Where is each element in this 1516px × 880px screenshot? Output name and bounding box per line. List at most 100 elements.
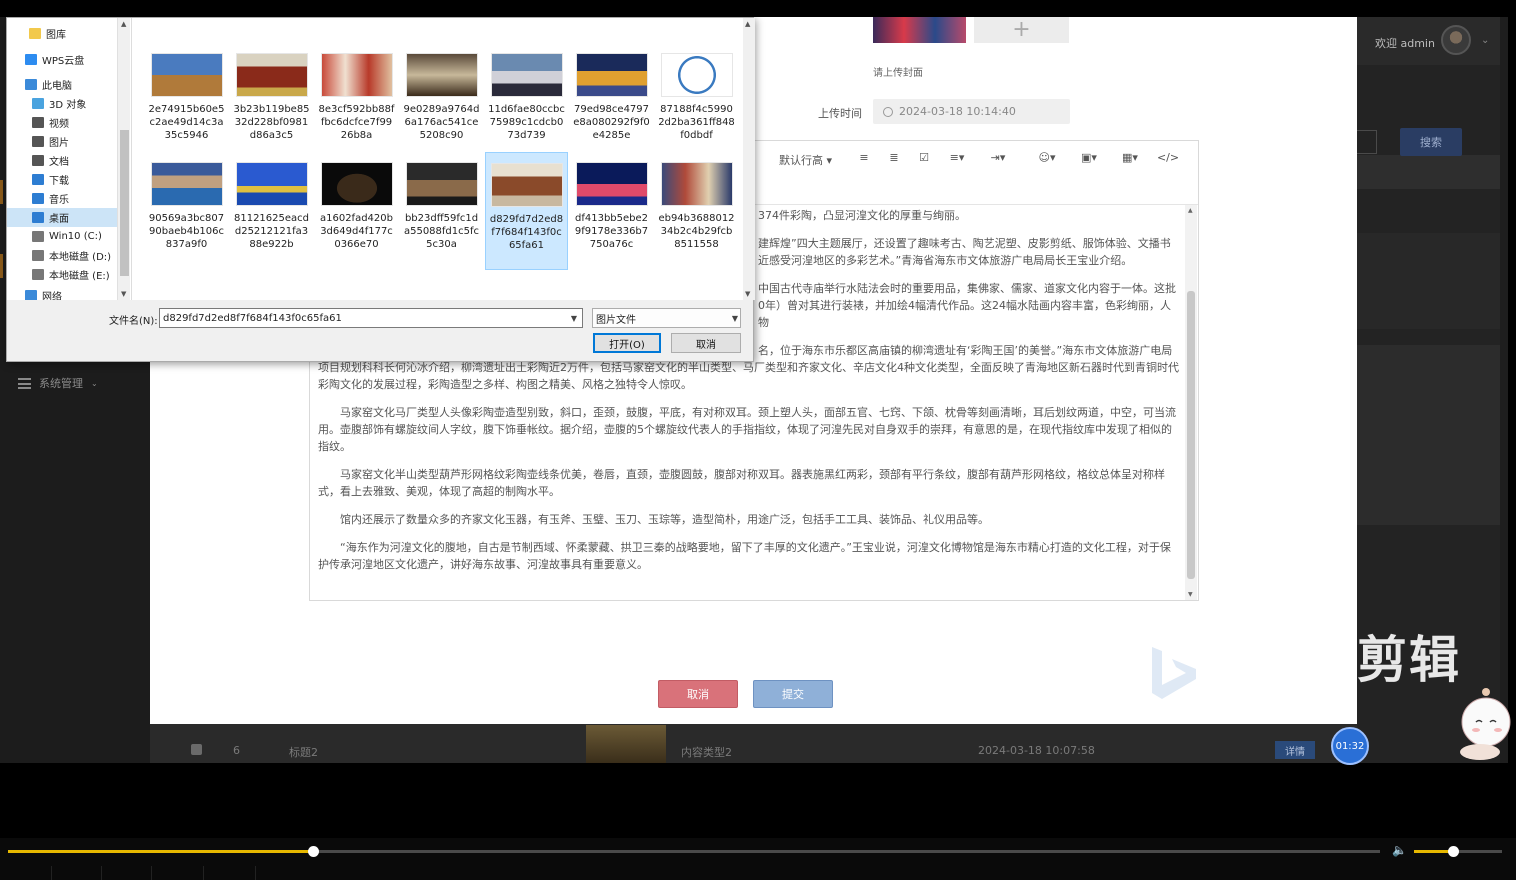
filename-label: 文件名(N):	[109, 316, 158, 327]
nav-item[interactable]: 音乐	[7, 189, 117, 208]
upload-time-field[interactable]: 2024-03-18 10:14:40	[873, 99, 1070, 124]
volume-handle[interactable]	[1447, 846, 1459, 857]
detail-button[interactable]: 详情	[1275, 741, 1315, 759]
avatar[interactable]	[1441, 25, 1471, 55]
cancel-button[interactable]: 取消	[658, 680, 738, 708]
watermark-text: 剪辑	[1357, 631, 1461, 689]
nav-item-label: 下载	[49, 176, 69, 187]
files-scrollbar[interactable]: ▲ ▼	[743, 18, 755, 300]
scroll-down-icon[interactable]: ▼	[1188, 591, 1193, 598]
nav-item[interactable]: 桌面	[7, 208, 117, 227]
file-item[interactable]: 87188f4c59902d2ba361ff848f0dbdf	[655, 43, 738, 161]
nav-item-label: 桌面	[49, 214, 69, 225]
nav-item[interactable]: 视频	[7, 113, 117, 132]
page-scrollbar[interactable]	[1500, 17, 1508, 763]
file-name: bb23dff59fc1da55088fd1c5fc5c30a	[403, 213, 480, 250]
nav-item[interactable]: 图库	[7, 24, 117, 43]
row-checkbox[interactable]	[191, 744, 202, 755]
file-item[interactable]: a1602fad420b3d649d4f177c0366e70	[315, 152, 398, 270]
file-thumbnail	[320, 53, 393, 97]
scroll-up-icon[interactable]: ▲	[1188, 207, 1193, 214]
row-type: 内容类型2	[681, 746, 732, 759]
nav-item-label: 此电脑	[42, 81, 72, 92]
image-icon[interactable]: ▣▾	[1079, 151, 1099, 164]
table-row	[1357, 233, 1508, 329]
chevron-down-icon[interactable]: ⌄	[1481, 35, 1489, 46]
scroll-down-icon[interactable]: ▼	[121, 290, 126, 298]
file-item[interactable]: bb23dff59fc1da55088fd1c5fc5c30a	[400, 152, 483, 270]
scroll-up-icon[interactable]: ▲	[745, 20, 750, 28]
dialog-nav-pane: 图库 WPS云盘 此电脑 3D 对象 视频 图片 文档 下载 音乐 桌面 Win10 (C:) 本地磁…	[7, 18, 131, 300]
filename-input[interactable]: d829fd7d2ed8f7f684f143f0c65fa61 ▼	[159, 308, 583, 328]
paragraph: 马家窑文化半山类型葫芦形网格纹彩陶壶线条优美，卷唇，直颈，壶腹圆鼓，腹部对称双耳…	[318, 468, 1165, 498]
nav-item[interactable]: 文档	[7, 151, 117, 170]
upload-time-label: 上传时间	[818, 107, 862, 120]
chevron-down-icon[interactable]: ▼	[566, 309, 582, 327]
picture-icon	[32, 136, 44, 147]
file-item[interactable]: 11d6fae80ccbc75989c1cdcb073d739	[485, 43, 568, 161]
file-item[interactable]: d829fd7d2ed8f7f684f143f0c65fa61	[485, 152, 568, 270]
file-item[interactable]: 3b23b119be8532d228bf0981d86a3c5	[230, 43, 313, 161]
sidebar-item-system[interactable]: 系统管理 ⌄	[18, 375, 98, 391]
nav-item[interactable]: 本地磁盘 (D:)	[7, 246, 117, 265]
emoji-icon[interactable]: ☺▾	[1037, 151, 1057, 164]
volume-icon[interactable]: 🔈	[1392, 843, 1408, 859]
screen: 系统管理 ⌄ 欢迎 admin ⌄ 搜索 6 标题2 内容类型2 2024-03…	[0, 0, 1516, 880]
add-cover-button[interactable]: +	[974, 17, 1069, 43]
file-item[interactable]: df413bb5ebe29f9178e336b7750a76c	[570, 152, 653, 270]
file-name: 8e3cf592bb88ffbc6dcfce7f9926b8a	[318, 104, 395, 141]
nav-item-label: 音乐	[49, 195, 69, 206]
submit-button[interactable]: 提交	[753, 680, 833, 708]
timer-badge[interactable]: 01:32	[1331, 727, 1369, 765]
file-item[interactable]: 8e3cf592bb88ffbc6dcfce7f9926b8a	[315, 43, 398, 161]
scroll-up-icon[interactable]: ▲	[121, 20, 126, 28]
line-height-dropdown[interactable]: 默认行高 ▾	[779, 152, 832, 168]
cover-thumbnail[interactable]	[873, 17, 966, 43]
file-name: d829fd7d2ed8f7f684f143f0c65fa61	[489, 214, 564, 251]
file-item[interactable]: 2e74915b60e5c2ae49d14c3a35c5946	[145, 43, 228, 161]
progress-fill	[8, 850, 313, 853]
file-thumbnail	[235, 53, 308, 97]
file-item[interactable]: eb94b368801234b2c4b29fcb8511558	[655, 152, 738, 270]
search-select[interactable]	[1357, 130, 1377, 154]
nav-item[interactable]: 本地磁盘 (E:)	[7, 265, 117, 284]
align-icon[interactable]: ≡▾	[947, 151, 967, 164]
nav-item-label: 网络	[42, 292, 62, 300]
open-button[interactable]: 打开(O)	[593, 333, 661, 353]
file-grid: 2e74915b60e5c2ae49d14c3a35c5946 3b23b119b…	[131, 18, 743, 300]
scroll-down-icon[interactable]: ▼	[745, 290, 750, 298]
nav-item[interactable]: 下载	[7, 170, 117, 189]
checklist-icon[interactable]: ☑	[917, 151, 931, 164]
nav-item[interactable]: 网络	[7, 286, 117, 300]
search-button[interactable]: 搜索	[1400, 128, 1462, 156]
scrollbar-thumb[interactable]	[120, 130, 129, 276]
file-item[interactable]: 81121625eacdd25212121fa388e922b	[230, 152, 313, 270]
nav-item[interactable]: 此电脑	[7, 75, 117, 94]
bullet-list-icon[interactable]: ≡	[857, 151, 871, 164]
filetype-select[interactable]: 图片文件 ▼	[592, 308, 741, 328]
scrollbar-thumb[interactable]	[1187, 291, 1195, 579]
nav-item[interactable]: WPS云盘	[7, 50, 117, 69]
file-name: 2e74915b60e5c2ae49d14c3a35c5946	[148, 104, 225, 141]
file-thumbnail	[575, 53, 648, 97]
progress-track[interactable]	[8, 846, 1380, 857]
progress-handle[interactable]	[307, 846, 319, 857]
numbered-list-icon[interactable]: ≣	[887, 151, 901, 164]
nav-item[interactable]: 3D 对象	[7, 94, 117, 113]
nav-scrollbar[interactable]: ▲ ▼	[117, 18, 130, 300]
editor-scrollbar[interactable]: ▲ ▼	[1185, 205, 1197, 600]
code-icon[interactable]: </>	[1157, 151, 1179, 164]
file-item[interactable]: 79ed98ce4797e8a080292f9f0e4285e	[570, 43, 653, 161]
volume-track[interactable]	[1414, 846, 1502, 857]
dialog-cancel-button[interactable]: 取消	[671, 333, 741, 353]
nav-item[interactable]: 图片	[7, 132, 117, 151]
indent-icon[interactable]: ⇥▾	[988, 151, 1008, 164]
file-item[interactable]: 90569a3bc80790baeb4b106c837a9f0	[145, 152, 228, 270]
file-item[interactable]: 9e0289a9764d6a176ac541ce5208c90	[400, 43, 483, 161]
clock-icon	[883, 106, 893, 117]
file-thumbnail	[490, 163, 563, 207]
table-icon[interactable]: ▦▾	[1120, 151, 1140, 164]
nav-item[interactable]: Win10 (C:)	[7, 227, 117, 246]
nav-item-label: 图库	[46, 30, 66, 41]
table-row	[1357, 345, 1508, 525]
